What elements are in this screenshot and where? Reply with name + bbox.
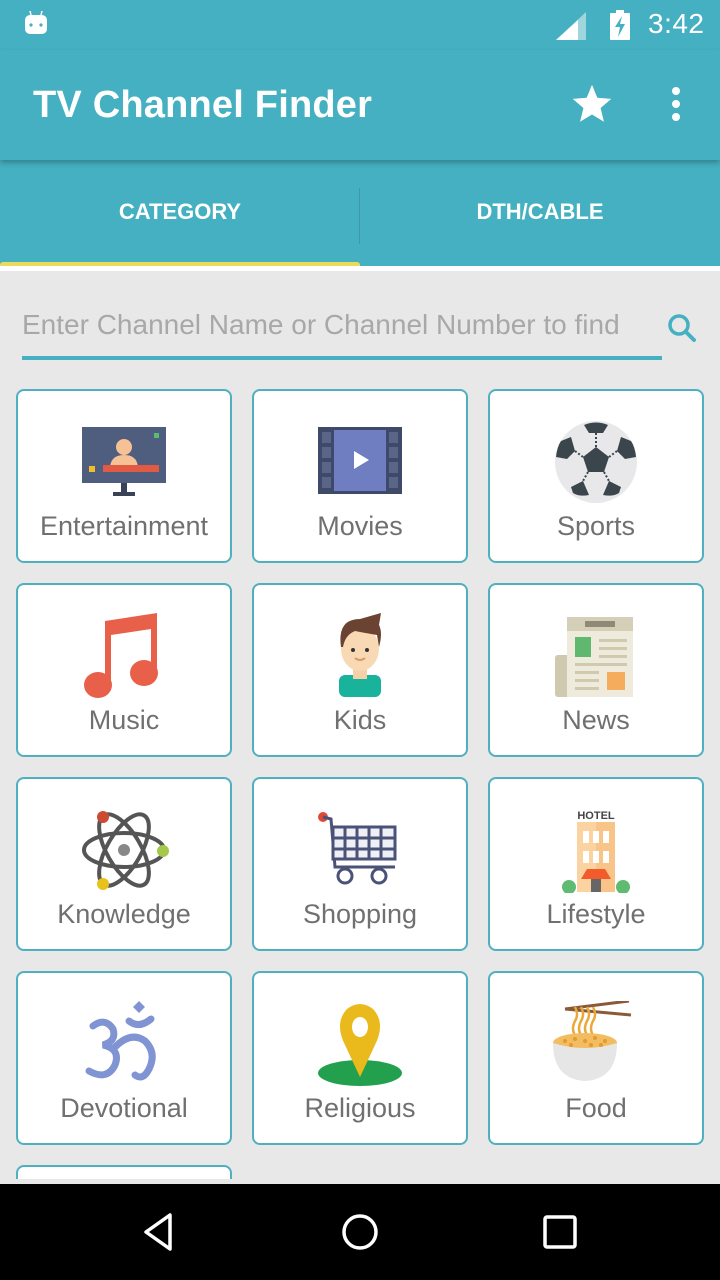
category-card-news[interactable]: News bbox=[488, 583, 704, 757]
soccer-ball-icon bbox=[555, 421, 637, 503]
search-bar bbox=[22, 300, 702, 362]
android-notification-icon bbox=[25, 10, 47, 34]
noodle-bowl-icon bbox=[553, 1001, 632, 1081]
category-card-lifestyle[interactable]: HOTEL Lifestyle bbox=[488, 777, 704, 951]
app-bar: TV Channel Finder bbox=[0, 50, 720, 160]
category-card-knowledge[interactable]: Knowledge bbox=[16, 777, 232, 951]
category-label: Shopping bbox=[302, 899, 418, 929]
category-label: Devotional bbox=[60, 1093, 188, 1123]
app-title: TV Channel Finder bbox=[33, 84, 373, 126]
category-card-food[interactable]: Food bbox=[488, 971, 704, 1145]
category-label: Music bbox=[88, 705, 160, 735]
category-label: Knowledge bbox=[57, 899, 191, 929]
atom-icon bbox=[82, 811, 169, 890]
star-icon[interactable] bbox=[570, 82, 614, 126]
category-label: Religious bbox=[304, 1093, 416, 1123]
shopping-cart-icon bbox=[318, 812, 397, 885]
tv-presenter-icon bbox=[82, 427, 166, 496]
category-label: News bbox=[562, 705, 630, 735]
tab-bar-divider bbox=[0, 266, 720, 271]
om-icon bbox=[85, 1001, 156, 1081]
category-card-movies[interactable]: Movies bbox=[252, 389, 468, 563]
more-vert-icon[interactable] bbox=[662, 84, 690, 124]
tab-bar: CATEGORY DTH/CABLE bbox=[0, 160, 720, 269]
category-label: Sports bbox=[556, 511, 636, 541]
cell-signal-icon bbox=[556, 12, 586, 40]
category-label: Movies bbox=[317, 511, 403, 541]
search-underline bbox=[22, 356, 662, 360]
newspaper-icon bbox=[555, 617, 633, 697]
search-icon[interactable] bbox=[666, 312, 698, 344]
category-card-religious[interactable]: Religious bbox=[252, 971, 468, 1145]
recents-button[interactable] bbox=[538, 1210, 582, 1254]
category-label: Kids bbox=[333, 705, 387, 735]
system-nav-bar bbox=[0, 1184, 720, 1280]
film-play-icon bbox=[318, 427, 402, 494]
category-card-music[interactable]: Music bbox=[16, 583, 232, 757]
search-input[interactable] bbox=[22, 300, 662, 350]
category-label: Lifestyle bbox=[546, 899, 646, 929]
tab-dth-cable[interactable]: DTH/CABLE bbox=[360, 160, 720, 269]
category-card-devotional[interactable]: Devotional bbox=[16, 971, 232, 1145]
category-card-entertainment[interactable]: Entertainment bbox=[16, 389, 232, 563]
svg-text:HOTEL: HOTEL bbox=[577, 810, 615, 822]
status-bar: 3:42 bbox=[0, 0, 720, 50]
back-button[interactable] bbox=[138, 1210, 182, 1254]
battery-charging-icon bbox=[610, 10, 630, 40]
clock: 3:42 bbox=[648, 8, 705, 39]
boy-icon bbox=[339, 613, 381, 697]
tab-category[interactable]: CATEGORY bbox=[0, 160, 360, 269]
category-label: Food bbox=[565, 1093, 627, 1123]
category-card-shopping[interactable]: Shopping bbox=[252, 777, 468, 951]
category-card-sports[interactable]: Sports bbox=[488, 389, 704, 563]
home-button[interactable] bbox=[338, 1210, 382, 1254]
location-pin-icon bbox=[318, 1004, 402, 1086]
category-label: Entertainment bbox=[39, 511, 209, 541]
hotel-icon: HOTEL bbox=[562, 810, 630, 893]
category-card-kids[interactable]: Kids bbox=[252, 583, 468, 757]
category-card-partial[interactable] bbox=[16, 1165, 232, 1179]
music-note-icon bbox=[84, 613, 158, 698]
